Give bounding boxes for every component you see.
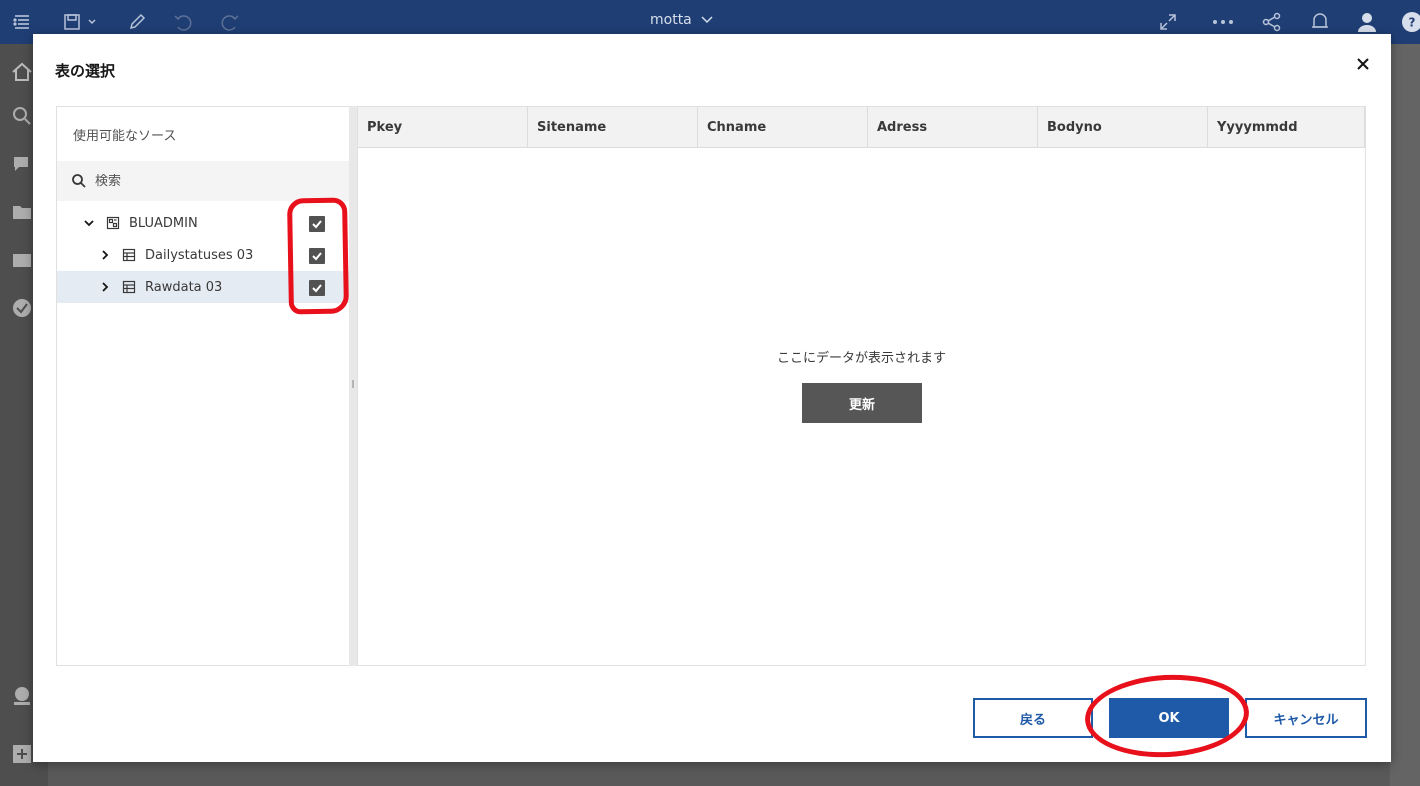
redo-icon[interactable] <box>216 8 244 36</box>
column-header[interactable]: Yyyymmdd <box>1208 107 1365 147</box>
app-title-text: motta <box>650 12 692 28</box>
available-sources-pane: 使用可能なソース BLUADMIN Dailystatu <box>56 106 349 666</box>
chevron-down-icon <box>701 16 713 24</box>
source-search <box>57 161 349 201</box>
share-icon[interactable] <box>1258 8 1286 36</box>
close-icon <box>1357 58 1369 70</box>
back-button[interactable]: 戻る <box>973 698 1093 738</box>
pencil-icon[interactable] <box>123 8 151 36</box>
empty-data-message: ここにデータが表示されます <box>776 351 946 366</box>
chevron-right-icon[interactable] <box>97 247 113 263</box>
tree-item-label: Rawdata 03 <box>145 279 223 295</box>
menu-list-icon[interactable] <box>8 8 36 36</box>
refresh-button[interactable]: 更新 <box>802 383 922 423</box>
annotation-circle-checkboxes <box>286 197 350 315</box>
chevron-right-icon[interactable] <box>97 279 113 295</box>
column-header[interactable]: Pkey <box>358 107 528 147</box>
chevron-down-icon[interactable] <box>84 8 100 36</box>
column-header[interactable]: Adress <box>868 107 1038 147</box>
data-preview-pane: Pkey Sitename Chname Adress Bodyno Yyyym… <box>357 106 1366 666</box>
sources-title: 使用可能なソース <box>73 129 177 144</box>
splitter-grip-icon[interactable] <box>352 380 354 388</box>
column-header[interactable]: Chname <box>698 107 868 147</box>
schema-icon <box>105 215 121 231</box>
column-header[interactable]: Bodyno <box>1038 107 1208 147</box>
search-input[interactable] <box>95 173 315 189</box>
svg-text:?: ? <box>1409 16 1416 30</box>
table-icon <box>121 279 137 295</box>
select-table-dialog: 表の選択 使用可能なソース BLUADMIN <box>33 34 1391 762</box>
bell-icon[interactable] <box>1306 8 1334 36</box>
tree-item-label: BLUADMIN <box>129 215 198 231</box>
undo-icon[interactable] <box>169 8 197 36</box>
more-icon[interactable] <box>1209 8 1237 36</box>
annotation-circle-ok <box>1082 670 1252 762</box>
search-icon <box>72 174 86 188</box>
expand-icon[interactable] <box>1154 8 1182 36</box>
save-icon[interactable] <box>58 8 86 36</box>
table-icon <box>121 247 137 263</box>
pane-splitter[interactable] <box>349 106 357 666</box>
dialog-title: 表の選択 <box>55 62 116 80</box>
app-title[interactable]: motta <box>650 12 714 28</box>
column-header[interactable]: Sitename <box>528 107 698 147</box>
table-header: Pkey Sitename Chname Adress Bodyno Yyyym… <box>358 107 1365 148</box>
help-icon[interactable]: ? <box>1398 8 1420 36</box>
user-icon[interactable] <box>1353 8 1381 36</box>
tree-item-label: Dailystatuses 03 <box>145 247 254 263</box>
close-button[interactable] <box>1351 52 1375 76</box>
chevron-down-icon[interactable] <box>81 215 97 231</box>
cancel-button[interactable]: キャンセル <box>1245 698 1367 738</box>
